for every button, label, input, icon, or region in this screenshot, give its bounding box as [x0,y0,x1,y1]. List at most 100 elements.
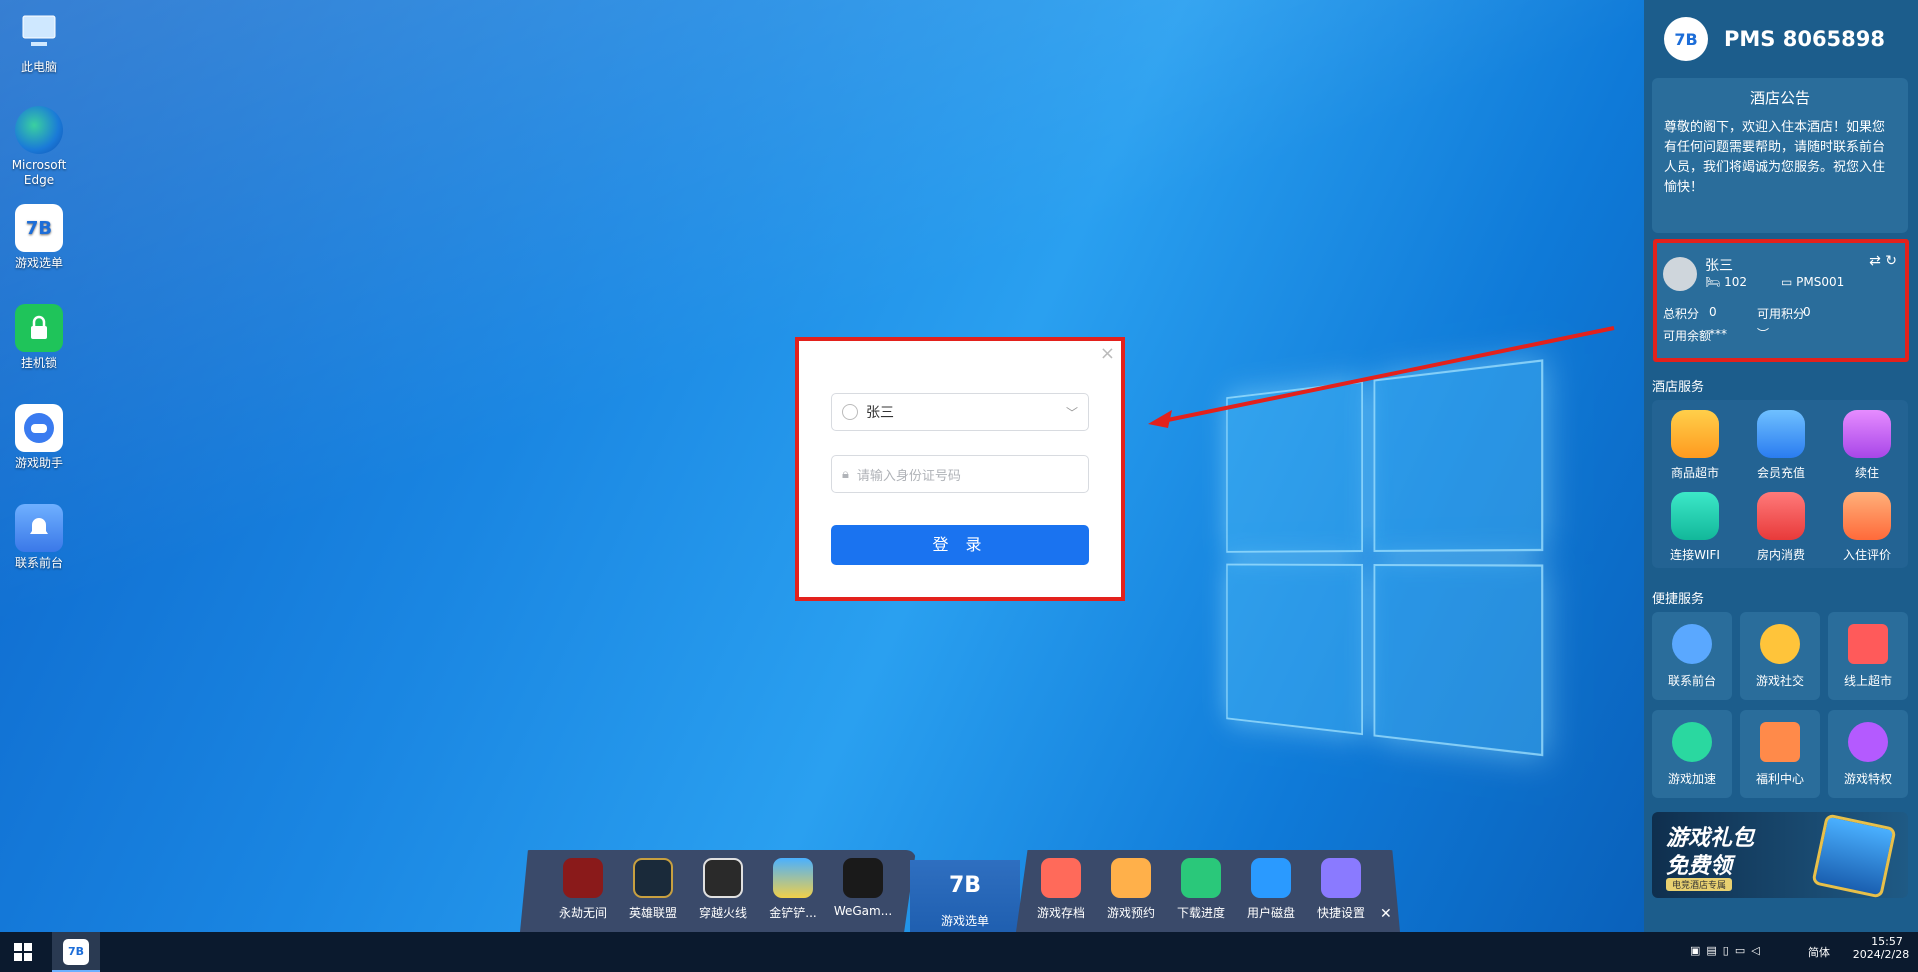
quick-game-boost[interactable]: 游戏加速 [1652,710,1732,798]
service-label: 续住 [1855,466,1879,480]
basket-icon [1671,410,1719,458]
dock-game-cf[interactable]: 穿越火线 [688,858,758,921]
wegame-icon [843,858,883,898]
available-points-value: 0 [1803,305,1811,319]
dock-tool-disk[interactable]: 用户磁盘 [1236,858,1306,921]
quick-game-privilege[interactable]: 游戏特权 [1828,710,1908,798]
desktop-icon-lock[interactable]: 挂机锁 [8,304,70,371]
quick-services-grid: 联系前台 游戏社交 线上超市 游戏加速 福利中心 游戏特权 [1652,612,1908,802]
gift-banner[interactable]: 游戏礼包 免费领 电竞酒店专属 [1652,812,1908,898]
taskbar: 7B ▣▤▯▭◁ 简体 15:57 2024/2/28 [0,932,1918,972]
quick-game-social[interactable]: 游戏社交 [1740,612,1820,700]
dock-label: 游戏预约 [1107,906,1155,920]
tile-label: 游戏加速 [1668,772,1716,786]
diamond-icon [1757,410,1805,458]
panel-title: PMS 8065898 [1724,27,1885,51]
quick-online-market[interactable]: 线上超市 [1828,612,1908,700]
dock-game-naraka[interactable]: 永劫无间 [548,858,618,921]
computer-icon [15,8,63,56]
close-icon[interactable]: × [1100,343,1115,364]
service-room-consumption[interactable]: 房内消费 [1746,492,1816,563]
service-label: 入住评价 [1843,548,1891,562]
download-icon [1181,858,1221,898]
tile-label: 联系前台 [1668,674,1716,688]
switch-icon[interactable]: ⇄ ↻ [1869,253,1897,269]
dock-game-lol[interactable]: 英雄联盟 [618,858,688,921]
disk-icon [1251,858,1291,898]
desktop-icon-label: 游戏选单 [8,256,70,271]
desktop-icon-label: Microsoft Edge [8,158,70,188]
desktop-icon-label: 游戏助手 [8,456,70,471]
panel-header: 7B PMS 8065898 [1644,0,1918,78]
service-supermarket[interactable]: 商品超市 [1660,410,1730,481]
room-value: 102 [1724,275,1747,289]
quick-contact[interactable]: 联系前台 [1652,612,1732,700]
username-select[interactable]: 张三 ﹀ [831,393,1089,431]
desktop-icon-label: 此电脑 [8,60,70,75]
banner-tag: 电竞酒店专属 [1666,878,1732,891]
quick-welfare[interactable]: 福利中心 [1740,710,1820,798]
dock-tool-download[interactable]: 下载进度 [1166,858,1236,921]
dock-label: WeGam... [834,904,892,918]
service-review[interactable]: 入住评价 [1832,492,1902,563]
dock-tool-reserve[interactable]: 游戏预约 [1096,858,1166,921]
service-label: 房内消费 [1757,548,1805,562]
service-label: 会员充值 [1757,466,1805,480]
room-number: 🛏︎ 102 [1705,275,1747,289]
hotel-services-grid: 商品超市 会员充值 续住 连接WIFI 房内消费 入住评价 [1652,400,1908,568]
notice-text: 尊敬的阁下，欢迎入住本酒店！如果您有任何问题需要帮助，请随时联系前台人员，我们将… [1664,118,1896,198]
dock-tool-save[interactable]: 游戏存档 [1026,858,1096,921]
dock-label: 下载进度 [1177,906,1225,920]
dock-label: 穿越火线 [699,906,747,920]
clock[interactable]: 15:57 2024/2/28 [1864,935,1910,961]
desktop-icon-game-assistant[interactable]: 游戏助手 [8,404,70,471]
windows-wallpaper-logo [1226,359,1547,762]
service-wifi[interactable]: 连接WIFI [1660,492,1730,563]
dock-close-icon[interactable]: ✕ [1380,906,1392,922]
input-language[interactable]: 简体 [1808,944,1830,960]
login-button[interactable]: 登 录 [831,525,1089,565]
clock-date: 2024/2/28 [1852,948,1910,961]
id-number-input[interactable]: 🔒︎ 请输入身份证号码 [831,455,1089,493]
crossfire-icon [703,858,743,898]
gift-box-icon [1811,813,1896,898]
card-icon [1757,492,1805,540]
system-tray-icons[interactable]: ▣▤▯▭◁ [1690,944,1766,957]
edge-icon [15,106,63,154]
desktop-icon-this-pc[interactable]: 此电脑 [8,8,70,75]
windows-start-icon[interactable] [14,943,32,964]
balance-value: *** [1709,327,1727,341]
desktop-icon-contact[interactable]: 联系前台 [8,504,70,571]
dock-tool-settings[interactable]: 快捷设置 [1306,858,1376,921]
lol-icon [633,858,673,898]
eye-closed-icon[interactable]: ︶ [1757,325,1769,342]
dock-game-tft[interactable]: 金铲铲... [758,858,828,921]
clock-time: 15:57 [1864,935,1910,948]
taskbar-app-game-menu[interactable]: 7B [52,932,100,972]
bed-icon [1843,410,1891,458]
desktop-icon-edge[interactable]: Microsoft Edge [8,106,70,188]
tile-label: 游戏特权 [1844,772,1892,786]
service-panel: 7B PMS 8065898 酒店公告 尊敬的阁下，欢迎入住本酒店！如果您有任何… [1644,0,1918,932]
hotel-notice: 酒店公告 尊敬的阁下，欢迎入住本酒店！如果您有任何问题需要帮助，请随时联系前台人… [1652,78,1908,233]
dock-game-menu[interactable]: 7B 游戏选单 [930,866,1000,929]
rocket-icon [1672,722,1712,762]
user-card: 张三 ⇄ ↻ 🛏︎ 102 ▭ PMS001 总积分 0 可用积分 0 可用余额… [1653,239,1909,362]
user-icon [842,404,858,420]
game-dock: 永劫无间 英雄联盟 穿越火线 金铲铲... WeGam... 7B 游戏选单 游戏… [520,846,1400,932]
username-value: 张三 [866,402,894,422]
service-label: 商品超市 [1671,466,1719,480]
service-recharge[interactable]: 会员充值 [1746,410,1816,481]
gamepad-icon [15,404,63,452]
settings-icon [1321,858,1361,898]
dock-game-wegame[interactable]: WeGam... [828,858,898,918]
service-extend-stay[interactable]: 续住 [1832,410,1902,481]
lock-icon [15,304,63,352]
quick-services-title: 便捷服务 [1652,588,1704,607]
total-points-label: 总积分 [1663,305,1699,322]
desktop-icon-game-menu[interactable]: 7B 游戏选单 [8,204,70,271]
service-label: 连接WIFI [1670,548,1720,562]
star-icon [1843,492,1891,540]
chat-icon [1760,624,1800,664]
login-dialog: × 张三 ﹀ 🔒︎ 请输入身份证号码 登 录 [795,337,1125,601]
